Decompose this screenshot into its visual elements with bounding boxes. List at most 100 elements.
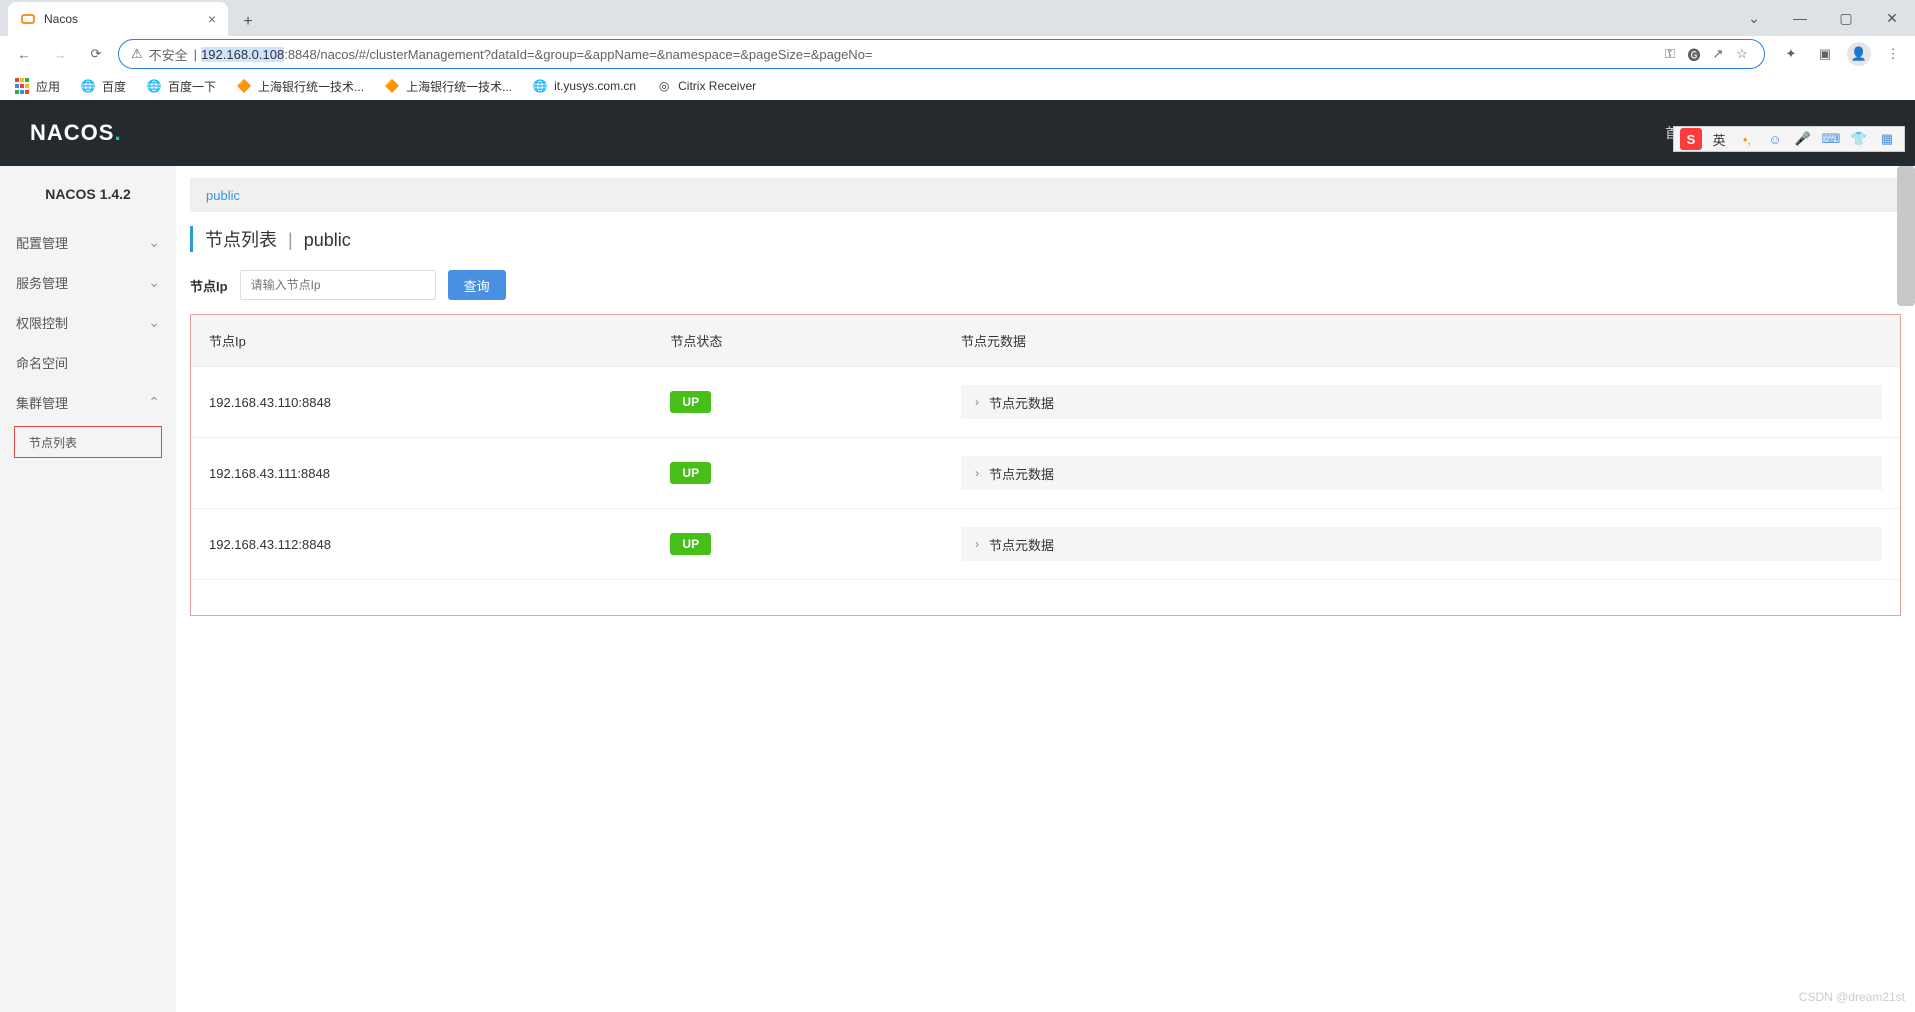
menu-permission[interactable]: 权限控制 ⌄ <box>0 302 176 342</box>
cell-meta: › 节点元数据 <box>943 438 1900 509</box>
namespace-bar: public <box>190 178 1901 212</box>
window-close-icon[interactable]: ✕ <box>1869 3 1915 33</box>
puzzle-icon[interactable]: ✦ <box>1779 42 1803 66</box>
bookmark-shanghai2[interactable]: 🔶 上海银行统一技术... <box>384 78 512 95</box>
nacos-version: NACOS 1.4.2 <box>0 166 176 222</box>
nacos-header: NACOS. 首页 文档 博客 社区 <box>0 100 1915 166</box>
globe-icon: 🌐 <box>80 78 96 94</box>
col-status: 节点状态 <box>652 315 943 367</box>
bookmark-citrix[interactable]: ◎ Citrix Receiver <box>656 78 756 94</box>
bookmark-baidu2[interactable]: 🌐 百度一下 <box>146 78 216 95</box>
browser-chrome: Nacos × + ⌄ — ▢ ✕ ← → ⟳ ⚠ 不安全 | 192.168.… <box>0 0 1915 100</box>
url-host: 192.168.0.108 <box>201 47 284 62</box>
meta-expand[interactable]: › 节点元数据 <box>961 527 1882 561</box>
star-icon[interactable]: ☆ <box>1732 44 1752 64</box>
node-table: 节点Ip 节点状态 节点元数据 192.168.43.110:8848 UP ›… <box>191 315 1900 580</box>
bookmark-shanghai1[interactable]: 🔶 上海银行统一技术... <box>236 78 364 95</box>
window-minimize-icon[interactable]: — <box>1777 3 1823 33</box>
status-badge: UP <box>670 391 711 413</box>
ime-comma-icon[interactable]: •, <box>1736 128 1758 150</box>
site-icon: 🔶 <box>384 78 400 94</box>
nav-reload-button[interactable]: ⟳ <box>82 40 110 68</box>
translate-icon[interactable]: 🅖 <box>1684 44 1704 64</box>
insecure-icon: ⚠ <box>131 46 143 62</box>
meta-expand[interactable]: › 节点元数据 <box>961 385 1882 419</box>
ime-emoji-icon[interactable]: ☺ <box>1764 128 1786 150</box>
chevron-up-icon: ⌃ <box>148 394 160 411</box>
content: public 节点列表 | public 节点Ip 查询 节点Ip 节点状态 节… <box>176 166 1915 1012</box>
chevron-down-icon: ⌄ <box>148 234 160 251</box>
ime-lang-icon[interactable]: 英 <box>1708 128 1730 150</box>
cell-ip: 192.168.43.110:8848 <box>191 367 652 438</box>
tab-bar: Nacos × + ⌄ — ▢ ✕ <box>0 0 1915 36</box>
nacos-logo: NACOS. <box>30 120 122 146</box>
citrix-icon: ◎ <box>656 78 672 94</box>
status-badge: UP <box>670 533 711 555</box>
cell-ip: 192.168.43.112:8848 <box>191 509 652 580</box>
globe-icon: 🌐 <box>146 78 162 94</box>
key-icon[interactable]: ⚿ <box>1660 44 1680 64</box>
submenu-node-list[interactable]: 节点列表 <box>14 426 162 458</box>
search-row: 节点Ip 查询 <box>190 270 1901 300</box>
cell-meta: › 节点元数据 <box>943 367 1900 438</box>
site-icon: 🔶 <box>236 78 252 94</box>
nav-back-button[interactable]: ← <box>10 40 38 68</box>
chevron-right-icon: › <box>975 395 979 409</box>
ime-keyboard-icon[interactable]: ⌨ <box>1820 128 1842 150</box>
chevron-right-icon: › <box>975 537 979 551</box>
bookmark-yusys[interactable]: 🌐 it.yusys.com.cn <box>532 78 636 94</box>
meta-expand[interactable]: › 节点元数据 <box>961 456 1882 490</box>
ime-toolbar[interactable]: S 英 •, ☺ 🎤 ⌨ 👕 ▦ <box>1673 126 1905 152</box>
search-label: 节点Ip <box>190 276 228 295</box>
ime-mic-icon[interactable]: 🎤 <box>1792 128 1814 150</box>
menu-config[interactable]: 配置管理 ⌄ <box>0 222 176 262</box>
tab-favicon <box>20 11 36 27</box>
url-path: :8848/nacos/#/clusterManagement?dataId=&… <box>284 47 872 62</box>
scrollbar[interactable] <box>1897 166 1915 306</box>
apps-button[interactable]: 应用 <box>14 78 60 95</box>
ime-main-icon[interactable]: S <box>1680 128 1702 150</box>
table-row: 192.168.43.111:8848 UP › 节点元数据 <box>191 438 1900 509</box>
chevron-right-icon: › <box>975 466 979 480</box>
tab-close-icon[interactable]: × <box>208 11 216 27</box>
nacos-body: NACOS 1.4.2 配置管理 ⌄ 服务管理 ⌄ 权限控制 ⌄ 命名空间 集群… <box>0 166 1915 1012</box>
cell-status: UP <box>652 367 943 438</box>
panel-icon[interactable]: ▣ <box>1813 42 1837 66</box>
apps-icon <box>14 78 30 94</box>
page-title: 节点列表 | public <box>190 226 1901 252</box>
window-dropdown-icon[interactable]: ⌄ <box>1731 3 1777 33</box>
browser-tab[interactable]: Nacos × <box>8 2 228 36</box>
watermark: CSDN @dream21st <box>1799 990 1905 1004</box>
menu-namespace[interactable]: 命名空间 <box>0 342 176 382</box>
chevron-down-icon: ⌄ <box>148 274 160 291</box>
menu-service[interactable]: 服务管理 ⌄ <box>0 262 176 302</box>
tab-title: Nacos <box>44 12 208 26</box>
menu-cluster[interactable]: 集群管理 ⌃ <box>0 382 176 422</box>
avatar-icon[interactable]: 👤 <box>1847 42 1871 66</box>
col-meta: 节点元数据 <box>943 315 1900 367</box>
window-maximize-icon[interactable]: ▢ <box>1823 3 1869 33</box>
cell-ip: 192.168.43.111:8848 <box>191 438 652 509</box>
namespace-link[interactable]: public <box>206 188 240 203</box>
insecure-label: 不安全 <box>149 45 188 64</box>
nav-bar: ← → ⟳ ⚠ 不安全 | 192.168.0.108 :8848/nacos/… <box>0 36 1915 72</box>
globe-icon: 🌐 <box>532 78 548 94</box>
share-icon[interactable]: ↗ <box>1708 44 1728 64</box>
cell-status: UP <box>652 509 943 580</box>
nav-forward-button[interactable]: → <box>46 40 74 68</box>
cell-status: UP <box>652 438 943 509</box>
search-input[interactable] <box>240 270 436 300</box>
status-badge: UP <box>670 462 711 484</box>
new-tab-button[interactable]: + <box>234 8 262 36</box>
menu-icon[interactable]: ⋮ <box>1881 42 1905 66</box>
table-row: 192.168.43.110:8848 UP › 节点元数据 <box>191 367 1900 438</box>
cell-meta: › 节点元数据 <box>943 509 1900 580</box>
ime-toolbox-icon[interactable]: ▦ <box>1876 128 1898 150</box>
bookmark-baidu[interactable]: 🌐 百度 <box>80 78 126 95</box>
ime-skin-icon[interactable]: 👕 <box>1848 128 1870 150</box>
window-controls: ⌄ — ▢ ✕ <box>1731 0 1915 36</box>
col-ip: 节点Ip <box>191 315 652 367</box>
apps-label: 应用 <box>36 78 60 95</box>
search-button[interactable]: 查询 <box>448 270 506 300</box>
url-bar[interactable]: ⚠ 不安全 | 192.168.0.108 :8848/nacos/#/clus… <box>118 39 1765 69</box>
